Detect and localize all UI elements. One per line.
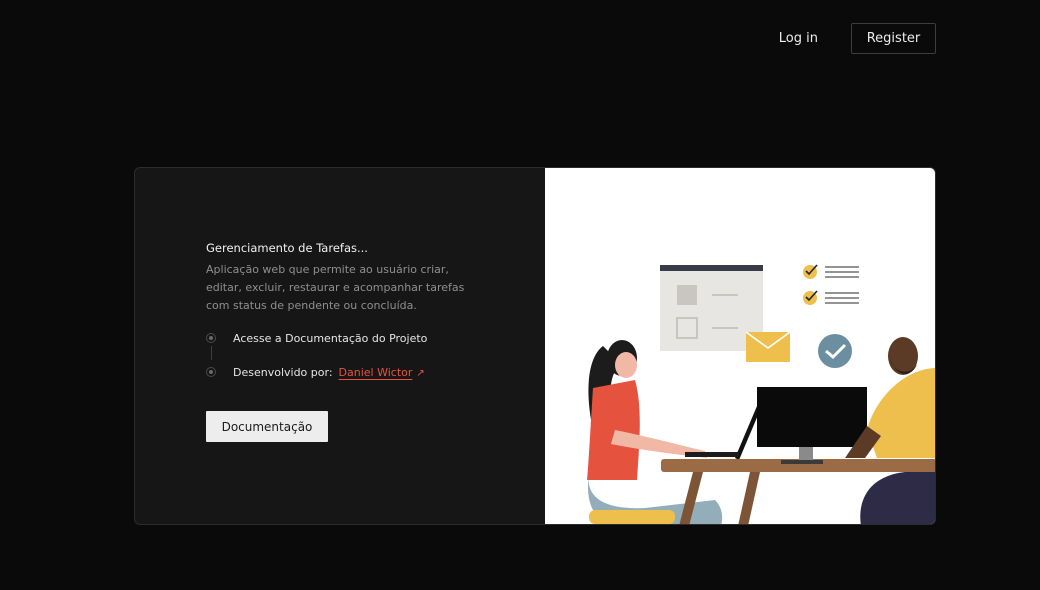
register-button[interactable]: Register: [851, 23, 936, 54]
login-link[interactable]: Log in: [779, 31, 818, 46]
card-title: Gerenciamento de Tarefas...: [206, 241, 368, 255]
envelope-icon: [745, 331, 791, 362]
step-docs-label: Acesse a Documentação do Projeto: [233, 332, 428, 345]
step-author-text: Desenvolvido por: Daniel Wictor ↗: [233, 366, 425, 379]
card-description: Aplicação web que permite ao usuário cri…: [206, 263, 465, 312]
top-nav: Log in Register: [779, 23, 936, 54]
step-author-label: Desenvolvido por:: [233, 366, 333, 379]
check-circle-icon: [818, 334, 852, 368]
people-working-illustration: [587, 264, 935, 524]
card-content-panel: Gerenciamento de Tarefas... Aplicação we…: [135, 168, 545, 524]
step-dot-icon: [206, 367, 216, 377]
step-dot-icon: [206, 333, 216, 343]
step-connector-line: [211, 346, 212, 360]
documentation-button[interactable]: Documentação: [206, 411, 328, 442]
external-link-icon[interactable]: ↗: [416, 368, 424, 379]
author-link[interactable]: Daniel Wictor: [339, 366, 413, 379]
checklist-icon: [803, 264, 859, 305]
woman-figure: [587, 340, 723, 524]
illustration-panel: [545, 168, 935, 524]
info-card: Gerenciamento de Tarefas... Aplicação we…: [134, 167, 936, 525]
